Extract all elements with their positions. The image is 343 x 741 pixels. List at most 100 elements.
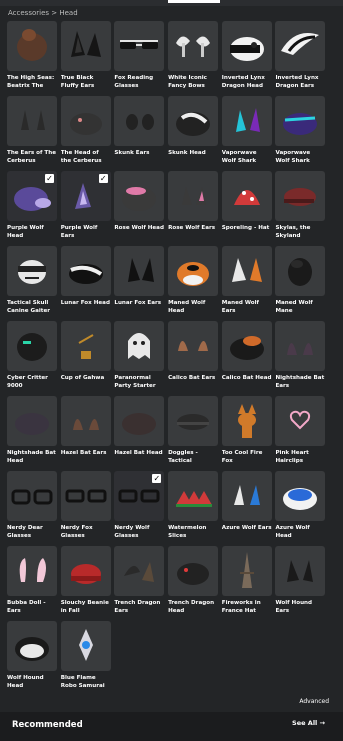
item-thumbnail[interactable] [221,321,272,371]
item-card[interactable]: Cup of Gahwa [60,321,111,396]
item-thumbnail[interactable] [7,321,57,371]
item-card[interactable]: Hazel Bat Head [114,396,165,471]
item-thumbnail[interactable] [60,246,111,296]
item-thumbnail[interactable] [7,396,57,446]
item-card[interactable]: White Iconic Fancy Bows [168,21,219,96]
item-thumbnail[interactable] [168,471,219,521]
selected-check-icon[interactable]: ✓ [152,474,162,483]
item-card[interactable]: Too Cool Fire Fox [221,396,272,471]
item-thumbnail[interactable] [168,21,219,71]
item-card[interactable]: ✓ Purple Wolf Head [7,171,57,246]
item-card[interactable]: Nightshade Bat Head [7,396,57,471]
item-thumbnail[interactable] [7,21,57,71]
selected-check-icon[interactable]: ✓ [98,174,108,183]
item-thumbnail[interactable] [7,96,57,146]
item-thumbnail[interactable] [168,171,219,221]
item-thumbnail[interactable] [275,96,326,146]
item-card[interactable]: Pink Heart Hairclips [275,396,326,471]
item-card[interactable]: Fox Reading Glasses [114,21,165,96]
item-card[interactable]: ✓ Nerdy Wolf Glasses [114,471,165,546]
item-thumbnail[interactable] [60,546,111,596]
item-thumbnail[interactable] [221,246,272,296]
item-card[interactable]: Sporeling - Hat [221,171,272,246]
item-card[interactable]: The High Seas: Beatrix The [7,21,57,96]
item-thumbnail[interactable] [221,546,272,596]
item-card[interactable]: Maned Wolf Head [168,246,219,321]
selected-check-icon[interactable]: ✓ [45,174,54,183]
item-card[interactable]: Inverted Lynx Dragon Ears [275,21,326,96]
item-thumbnail[interactable] [168,396,219,446]
item-card[interactable]: Maned Wolf Mane [275,246,326,321]
item-card[interactable]: ✓ Purple Wolf Ears [60,171,111,246]
item-card[interactable]: Vaporwave Wolf Shark [275,96,326,171]
breadcrumb[interactable]: Accessories > Head [8,9,78,17]
item-thumbnail[interactable] [275,321,326,371]
item-card[interactable]: Bubba Doll - Ears [7,546,57,621]
item-thumbnail[interactable]: ✓ [114,471,165,521]
item-card[interactable]: Hazel Bat Ears [60,396,111,471]
item-thumbnail[interactable] [221,21,272,71]
item-card[interactable]: Paranormal Party Starter [114,321,165,396]
item-card[interactable]: True Black Fluffy Ears [60,21,111,96]
item-thumbnail[interactable] [7,246,57,296]
item-card[interactable]: Vaporwave Wolf Shark [221,96,272,171]
item-thumbnail[interactable] [275,171,326,221]
item-thumbnail[interactable] [114,96,165,146]
item-card[interactable]: Watermelon Slices [168,471,219,546]
item-card[interactable]: Rose Wolf Ears [168,171,219,246]
item-card[interactable]: Nightshade Bat Ears [275,321,326,396]
item-card[interactable]: Calico Bat Head [221,321,272,396]
item-thumbnail[interactable] [168,246,219,296]
advanced-link[interactable]: Advanced [299,698,329,705]
item-card[interactable]: Calico Bat Ears [168,321,219,396]
item-thumbnail[interactable] [221,96,272,146]
item-thumbnail[interactable] [221,396,272,446]
item-thumbnail[interactable] [114,321,165,371]
item-thumbnail[interactable] [7,621,57,671]
item-card[interactable]: Wolf Hound Head [7,621,57,696]
item-thumbnail[interactable] [275,546,326,596]
item-card[interactable]: Inverted Lynx Dragon Head [221,21,272,96]
item-card[interactable]: Skylas, the Skyland [275,171,326,246]
item-card[interactable]: Rose Wolf Head [114,171,165,246]
item-card[interactable]: Tactical Skull Canine Gaiter [7,246,57,321]
item-card[interactable]: Slouchy Beanie in Fall [60,546,111,621]
item-card[interactable]: Wolf Hound Ears [275,546,326,621]
item-thumbnail[interactable] [114,21,165,71]
item-thumbnail[interactable] [221,471,272,521]
see-all-link[interactable]: See All → [292,719,325,727]
item-thumbnail[interactable] [60,21,111,71]
item-thumbnail[interactable] [60,321,111,371]
item-card[interactable]: The Head of the Cerberus [60,96,111,171]
item-thumbnail[interactable] [60,471,111,521]
item-thumbnail[interactable]: ✓ [60,171,111,221]
item-card[interactable]: The Ears of The Cerberus [7,96,57,171]
item-thumbnail[interactable] [60,621,111,671]
item-card[interactable]: Cyber Critter 9000 [7,321,57,396]
item-card[interactable]: Azure Wolf Ears [221,471,272,546]
item-thumbnail[interactable] [114,246,165,296]
item-thumbnail[interactable] [275,396,326,446]
item-thumbnail[interactable]: ✓ [7,171,57,221]
item-card[interactable]: Skunk Ears [114,96,165,171]
item-thumbnail[interactable] [60,96,111,146]
item-card[interactable]: Lunar Fox Head [60,246,111,321]
item-thumbnail[interactable] [168,321,219,371]
item-card[interactable]: Fireworks in France Hat [221,546,272,621]
item-card[interactable]: Doggles - Tactical [168,396,219,471]
item-thumbnail[interactable] [60,396,111,446]
item-card[interactable]: Maned Wolf Ears [221,246,272,321]
item-thumbnail[interactable] [275,21,326,71]
item-thumbnail[interactable] [7,546,57,596]
item-thumbnail[interactable] [275,246,326,296]
item-card[interactable]: Azure Wolf Head [275,471,326,546]
item-card[interactable]: Lunar Fox Ears [114,246,165,321]
item-thumbnail[interactable] [168,96,219,146]
item-card[interactable]: Trench Dragon Head [168,546,219,621]
item-thumbnail[interactable] [114,171,165,221]
item-card[interactable]: Nerdy Dear Glasses [7,471,57,546]
item-card[interactable]: Trench Dragon Ears [114,546,165,621]
item-thumbnail[interactable] [221,171,272,221]
item-thumbnail[interactable] [7,471,57,521]
item-card[interactable]: Blue Flame Robo Samurai [60,621,111,696]
